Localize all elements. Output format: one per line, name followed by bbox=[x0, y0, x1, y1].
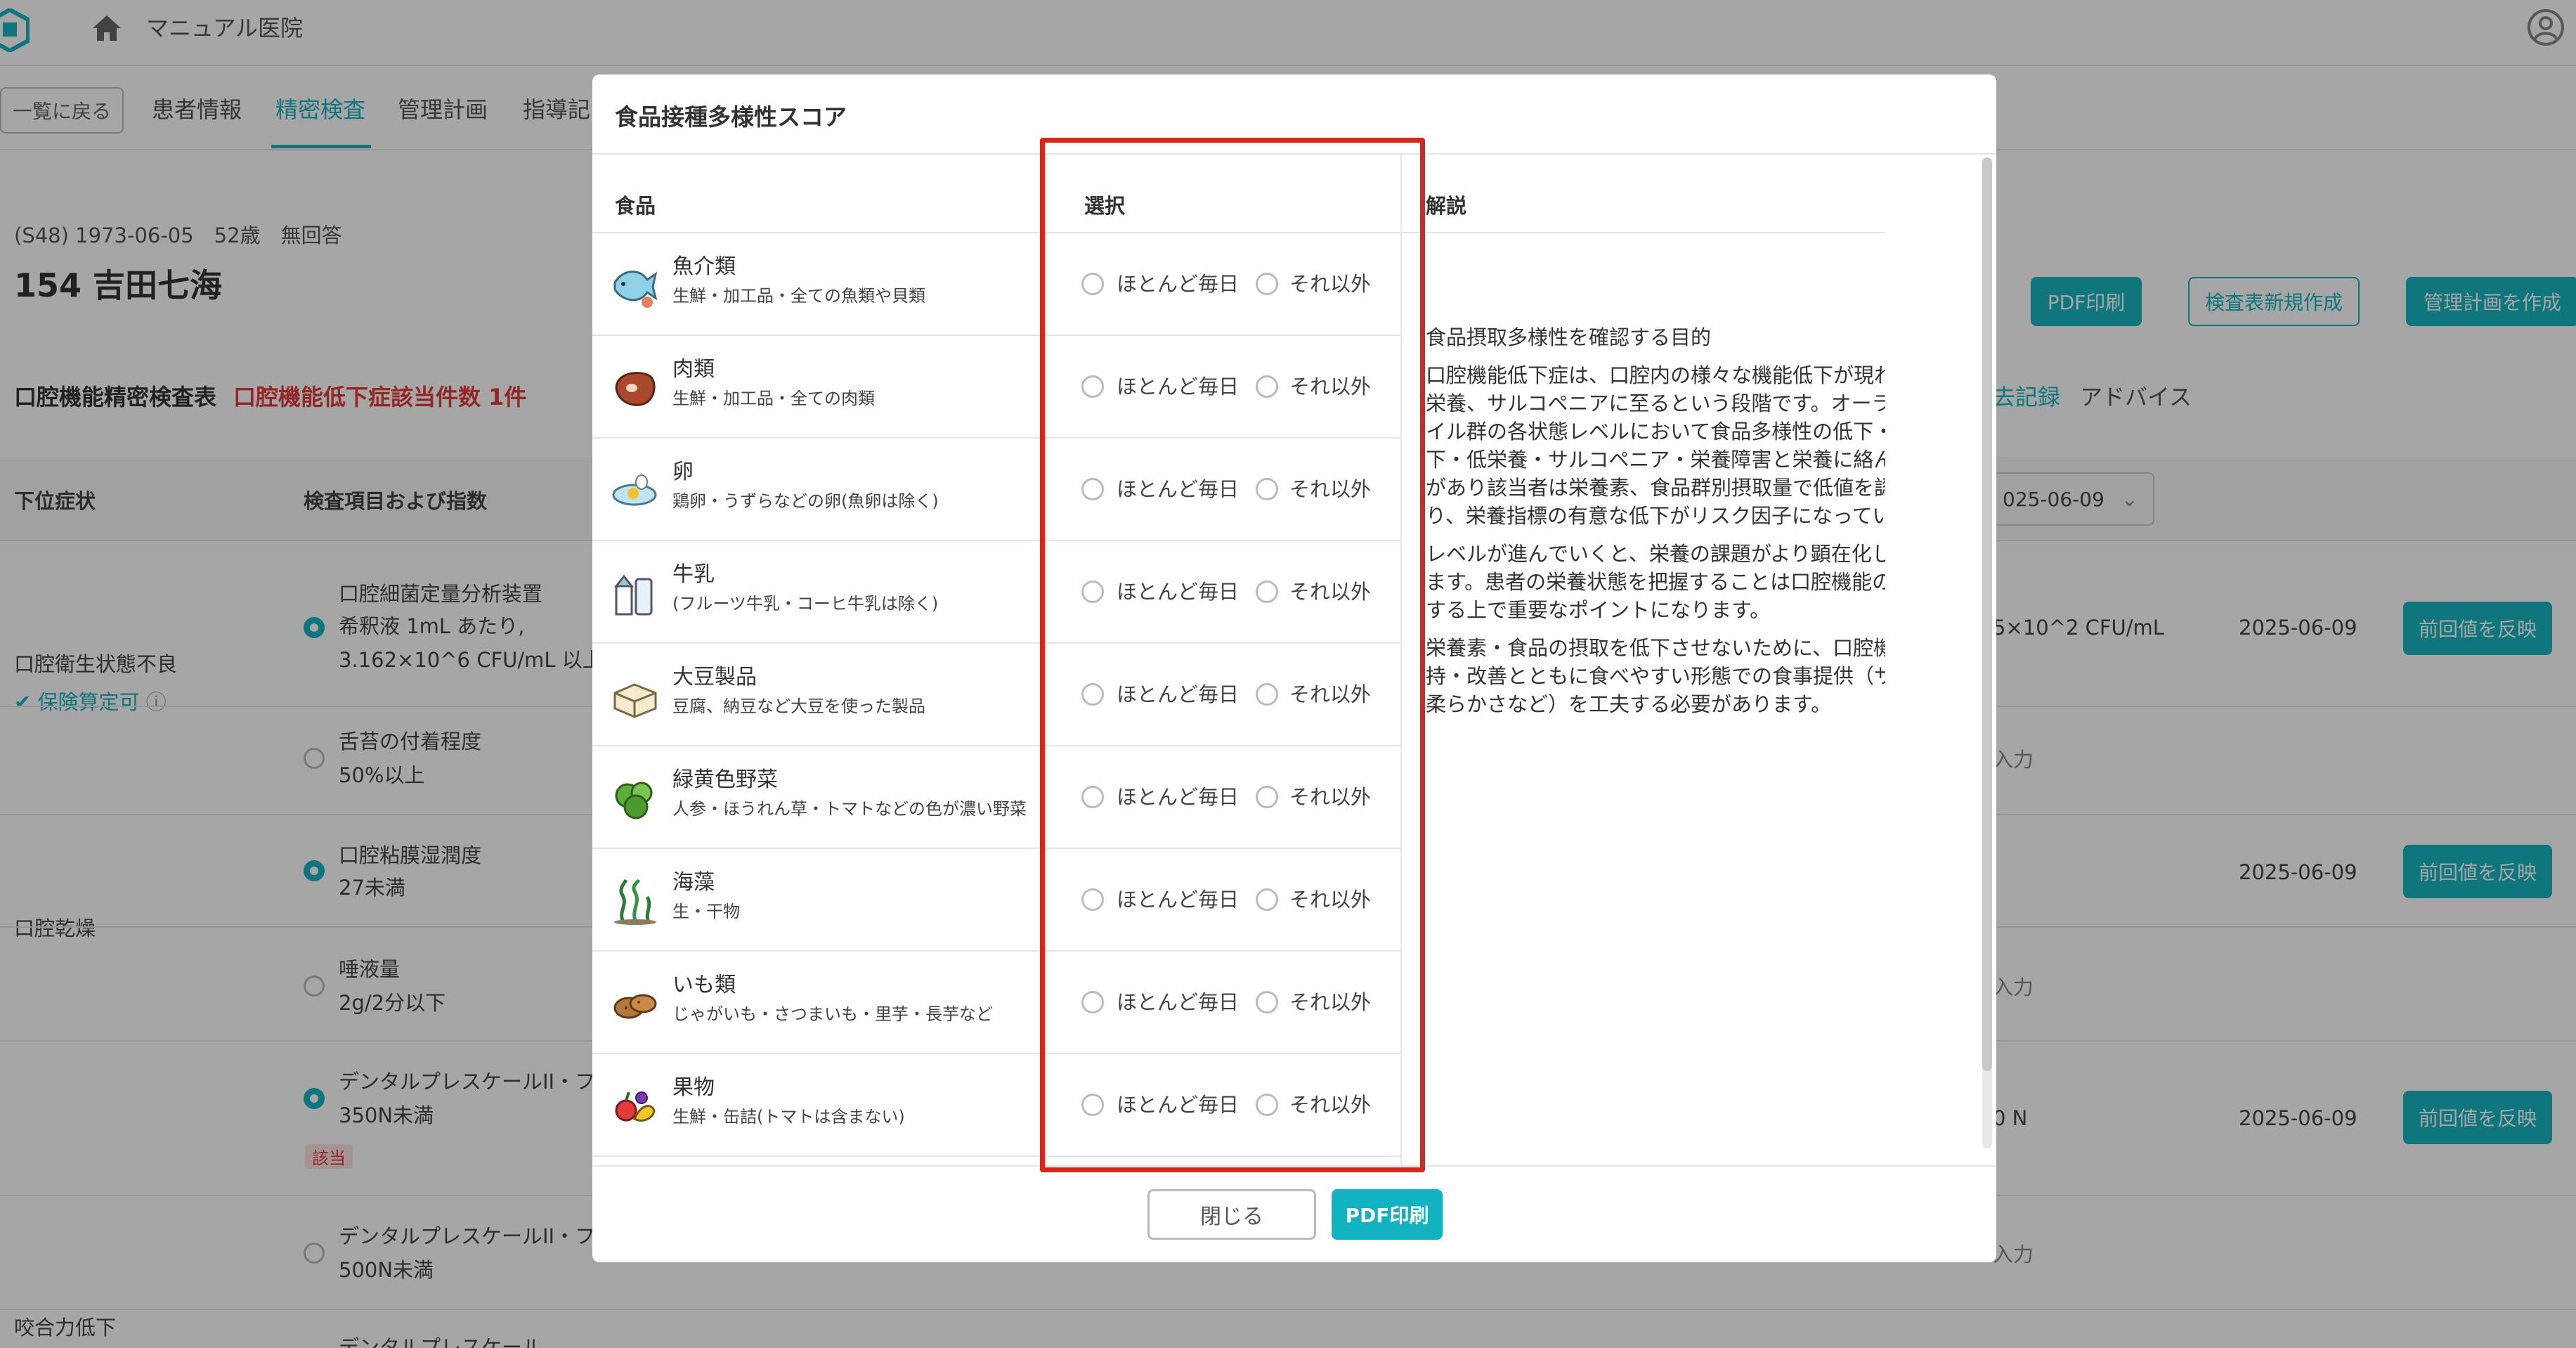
food-name: 魚介類 bbox=[672, 254, 736, 279]
explanation-heading: 食品摂取多様性を確認する目的 bbox=[1426, 325, 1712, 349]
food-description: じゃがいも・さつまいも・里芋・長芋など bbox=[672, 1004, 993, 1024]
food-description: 生・干物 bbox=[672, 902, 740, 921]
food-name: いも類 bbox=[672, 973, 736, 997]
food-name: 果物 bbox=[672, 1075, 715, 1100]
seaweed-icon bbox=[611, 877, 660, 926]
app-window: マニュアル医院 一覧に戻る 患者情報 精密検査 管理計画 指導記 (S48) 1… bbox=[0, 0, 2576, 1348]
scrollbar-thumb[interactable] bbox=[1982, 157, 1992, 1071]
fruit-icon bbox=[611, 1082, 660, 1132]
food-name: 卵 bbox=[672, 460, 694, 484]
explanation-paragraph: 口腔機能低下症は、口腔内の様々な機能低下が現れて、低栄養、サルコペニアに至るとい… bbox=[1426, 363, 1885, 528]
modal-title: 食品接種多様性スコア bbox=[615, 103, 847, 131]
food-description: 生鮮・加工品・全ての肉類 bbox=[672, 389, 875, 408]
tofu-icon bbox=[611, 672, 660, 721]
close-button[interactable]: 閉じる bbox=[1147, 1189, 1316, 1240]
food-description: 生鮮・加工品・全ての魚類や貝類 bbox=[672, 286, 925, 306]
food-name: 大豆製品 bbox=[672, 665, 757, 689]
food-description: 生鮮・缶詰(トマトは含まない) bbox=[672, 1107, 905, 1127]
explanation-text: 食品摂取多様性を確認する目的 口腔機能低下症は、口腔内の様々な機能低下が現れて、… bbox=[1426, 323, 1885, 728]
explanation-paragraph: レベルが進んでいくと、栄養の課題がより顕在化していきます。患者の栄養状態を把握す… bbox=[1426, 542, 1885, 622]
vegetable-icon bbox=[611, 775, 660, 824]
food-name: 緑黄色野菜 bbox=[672, 767, 778, 792]
food-name: 肉類 bbox=[672, 357, 715, 382]
column-explain: 解説 bbox=[1426, 194, 1467, 218]
modal-pdf-print-button[interactable]: PDF印刷 bbox=[1332, 1189, 1443, 1240]
food-description: 豆腐、納豆など大豆を使った製品 bbox=[672, 696, 925, 716]
column-food: 食品 bbox=[615, 194, 656, 218]
meat-icon bbox=[611, 364, 660, 413]
explanation-paragraph: 栄養素・食品の摂取を低下させないために、口腔機能の維持・改善とともに食べやすい形… bbox=[1426, 636, 1885, 716]
selection-column-highlight bbox=[1040, 138, 1425, 1172]
fish-icon bbox=[611, 261, 660, 311]
food-name: 牛乳 bbox=[672, 562, 715, 587]
food-name: 海藻 bbox=[672, 870, 715, 895]
milk-icon bbox=[611, 569, 660, 618]
food-description: 鶏卵・うずらなどの卵(魚卵は除く) bbox=[672, 491, 939, 511]
food-description: (フルーツ牛乳・コーヒ牛乳は除く) bbox=[672, 594, 939, 614]
egg-icon bbox=[611, 467, 660, 516]
food-description: 人参・ほうれん草・トマトなどの色が濃い野菜 bbox=[672, 799, 1027, 819]
potato-icon bbox=[611, 980, 660, 1029]
